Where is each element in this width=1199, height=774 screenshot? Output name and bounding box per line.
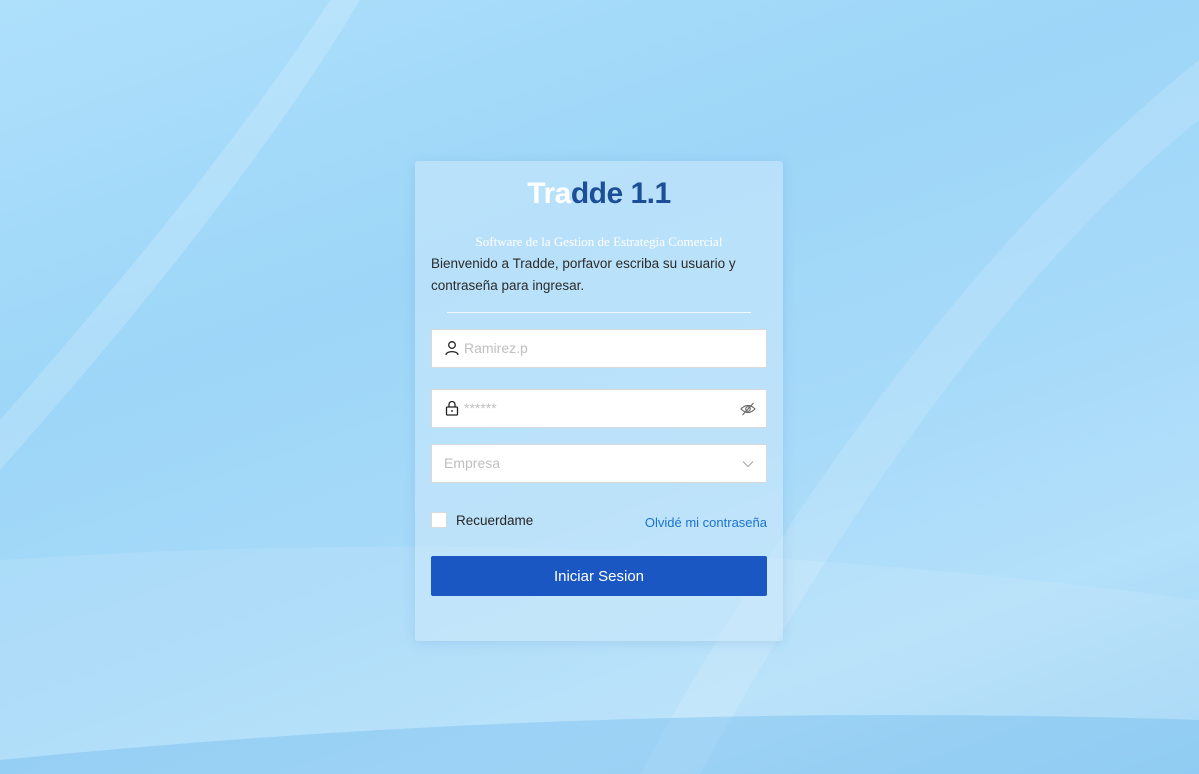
lock-icon xyxy=(445,400,459,416)
login-button[interactable]: Iniciar Sesion xyxy=(431,556,767,596)
divider xyxy=(447,312,751,313)
password-placeholder: ****** xyxy=(464,400,497,416)
forgot-password-link[interactable]: Olvidé mi contraseña xyxy=(645,515,767,530)
app-subtitle: Software de la Gestion de Estrategia Com… xyxy=(475,234,723,249)
username-field[interactable]: Ramirez.p xyxy=(431,329,767,368)
chevron-down-icon xyxy=(742,461,754,468)
remember-label: Recuerdame xyxy=(456,512,534,528)
username-placeholder: Ramirez.p xyxy=(464,340,528,356)
remember-me[interactable]: Recuerdame xyxy=(431,512,533,528)
app-title-part1: Tra xyxy=(527,177,571,210)
remember-checkbox[interactable] xyxy=(431,512,447,528)
company-placeholder: Empresa xyxy=(444,455,501,471)
eye-invisible-icon[interactable] xyxy=(740,401,756,417)
user-icon xyxy=(445,341,459,356)
login-card: Tradde 1.1 Software de la Gestion de Est… xyxy=(415,161,783,641)
app-title-part2: dde 1.1 xyxy=(570,177,671,210)
company-select[interactable]: Empresa xyxy=(431,444,767,483)
welcome-text: Bienvenido a Tradde, porfavor escriba su… xyxy=(431,256,736,293)
password-field[interactable]: ****** xyxy=(431,389,767,428)
app-title: Tradde 1.1 xyxy=(415,177,783,211)
